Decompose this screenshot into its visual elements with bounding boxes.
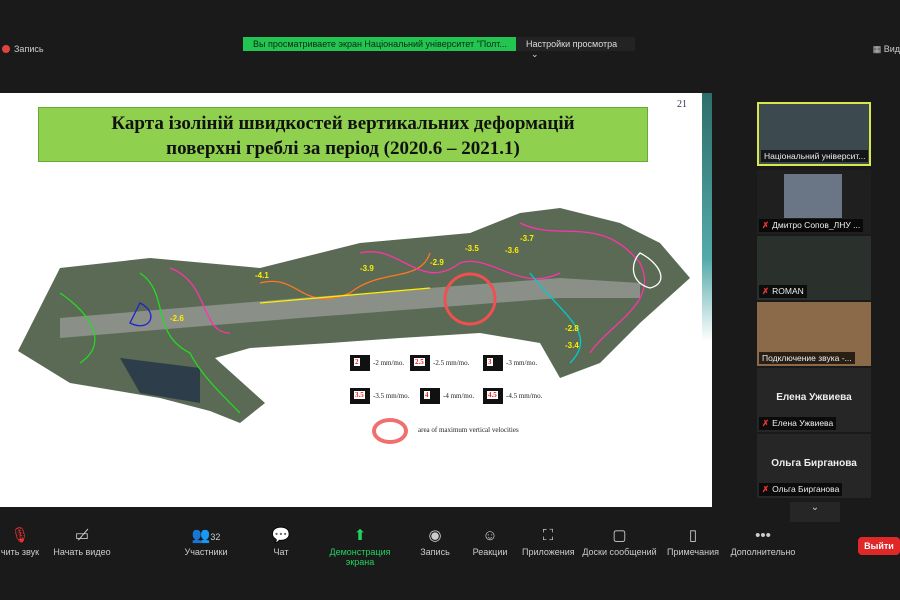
share-screen-icon: ⬆ bbox=[353, 527, 367, 544]
participant-tile[interactable]: Подключение звука -... bbox=[757, 302, 871, 366]
muted-mic-icon: ✗ bbox=[762, 220, 770, 230]
recording-indicator[interactable]: Запись bbox=[2, 44, 44, 54]
shared-slide: 21 Карта ізоліній швидкостей вертикальни… bbox=[0, 93, 712, 507]
scroll-participants-down-button[interactable]: ⌄ bbox=[790, 502, 840, 522]
meeting-toolbar: 🎙 чить звук ▭̸ Начать видео 👥32 Участники 💬… bbox=[0, 525, 900, 570]
legend-item: 4.5 -4.5 mm/mo. bbox=[483, 388, 542, 404]
more-button[interactable]: ••• Дополнительно bbox=[730, 525, 796, 557]
video-off-icon: ▭̸ bbox=[74, 527, 90, 544]
map-label: -3.9 bbox=[360, 264, 374, 273]
map-label: -4.1 bbox=[255, 271, 269, 280]
view-button[interactable]: ▦ Вид bbox=[873, 44, 900, 55]
share-screen-button[interactable]: ⬆ Демонстрация экрана bbox=[315, 525, 405, 567]
notes-icon: ▯ bbox=[688, 527, 698, 544]
reactions-button[interactable]: ☺ Реакции bbox=[472, 525, 508, 557]
apps-button[interactable]: ⛶ Приложения bbox=[522, 525, 575, 557]
viewing-screen-label: Вы просматриваете экран Національний уні… bbox=[243, 37, 516, 51]
apps-icon: ⛶ bbox=[542, 527, 554, 544]
legend-item: 2.5 -2.5 mm/mo. bbox=[410, 355, 469, 371]
chat-button[interactable]: 💬 Чат bbox=[266, 525, 296, 557]
participant-video bbox=[784, 174, 842, 218]
participants-icon: 👥32 bbox=[191, 527, 221, 544]
chat-icon: 💬 bbox=[271, 527, 291, 544]
muted-mic-icon: ✗ bbox=[762, 484, 770, 494]
deformation-map: -4.1 -3.9 -3.5 -3.6 -3.7 -2.8 -2.6 -2.9 … bbox=[18, 208, 690, 423]
max-velocity-circle-icon bbox=[372, 418, 408, 444]
muted-mic-icon: 🎙 bbox=[10, 527, 30, 544]
map-label: -3.6 bbox=[505, 246, 519, 255]
map-label: -3.7 bbox=[520, 234, 534, 243]
legend-circle-text: area of maximum vertical velocities bbox=[418, 426, 519, 434]
record-icon bbox=[2, 45, 10, 53]
participant-tile[interactable]: Ольга Бирганова ✗ Ольга Бирганова bbox=[757, 434, 871, 498]
whiteboard-icon: ▢ bbox=[612, 527, 627, 544]
leave-button[interactable]: Выйти bbox=[858, 537, 900, 555]
map-label: -3.4 bbox=[565, 341, 579, 350]
participant-tile[interactable]: Національний університ... bbox=[757, 102, 871, 166]
legend-item: 3.5 -3.5 mm/mo. bbox=[350, 388, 409, 404]
map-label: -2.6 bbox=[170, 314, 184, 323]
unmute-button[interactable]: 🎙 чить звук bbox=[0, 525, 40, 557]
more-icon: ••• bbox=[755, 527, 771, 544]
participant-tile[interactable]: Елена Ужвиева ✗ Елена Ужвиева bbox=[757, 368, 871, 432]
notes-button[interactable]: ▯ Примечания bbox=[667, 525, 719, 557]
map-label: -2.9 bbox=[430, 258, 444, 267]
share-banner: Вы просматриваете экран Національний уні… bbox=[243, 37, 635, 59]
record-icon: ◉ bbox=[428, 527, 442, 544]
whiteboards-button[interactable]: ▢ Доски сообщений bbox=[582, 525, 657, 557]
legend-item: 2 -2 mm/mo. bbox=[350, 355, 404, 371]
muted-mic-icon: ✗ bbox=[762, 286, 770, 296]
start-video-button[interactable]: ▭̸ Начать видео bbox=[52, 525, 112, 557]
participants-button[interactable]: 👥32 Участники bbox=[182, 525, 230, 557]
map-label: -2.8 bbox=[565, 324, 579, 333]
legend-item: 4 -4 mm/mo. bbox=[420, 388, 474, 404]
participant-tile[interactable]: ✗ ROMAN bbox=[757, 236, 871, 300]
view-settings-button[interactable]: Настройки просмотра ⌄ bbox=[516, 37, 635, 59]
legend-item: 3 -3 mm/mo. bbox=[483, 355, 537, 371]
record-button[interactable]: ◉ Запись bbox=[418, 525, 452, 557]
reactions-icon: ☺ bbox=[482, 527, 498, 544]
muted-mic-icon: ✗ bbox=[762, 418, 770, 428]
map-label: -3.5 bbox=[465, 244, 479, 253]
participant-tile[interactable]: ✗ Дмитро Сопов_ЛНУ ... bbox=[757, 170, 871, 234]
